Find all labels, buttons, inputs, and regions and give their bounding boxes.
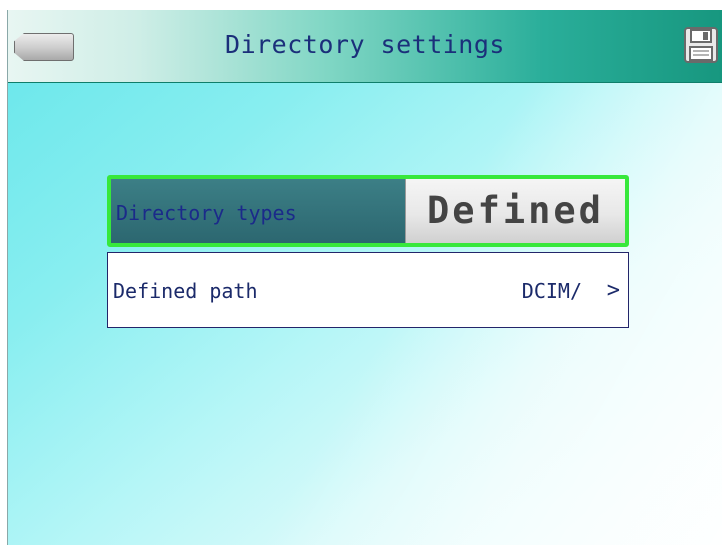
title-bar: Directory settings (8, 10, 722, 83)
directory-types-row[interactable]: Directory types Defined (107, 175, 629, 247)
directory-types-selector[interactable]: Defined (405, 179, 625, 243)
directory-types-label-area: Directory types (111, 179, 405, 243)
chevron-right-icon: > (606, 278, 620, 303)
defined-path-value: DCIM/ (521, 279, 582, 303)
directory-types-label: Directory types (116, 201, 297, 225)
defined-path-row[interactable]: Defined path DCIM/ > (107, 252, 629, 328)
save-icon[interactable] (684, 27, 718, 63)
back-button[interactable] (14, 33, 74, 61)
defined-path-label: Defined path (113, 279, 258, 303)
page-title: Directory settings (225, 30, 505, 59)
directory-types-value: Defined (427, 189, 604, 232)
